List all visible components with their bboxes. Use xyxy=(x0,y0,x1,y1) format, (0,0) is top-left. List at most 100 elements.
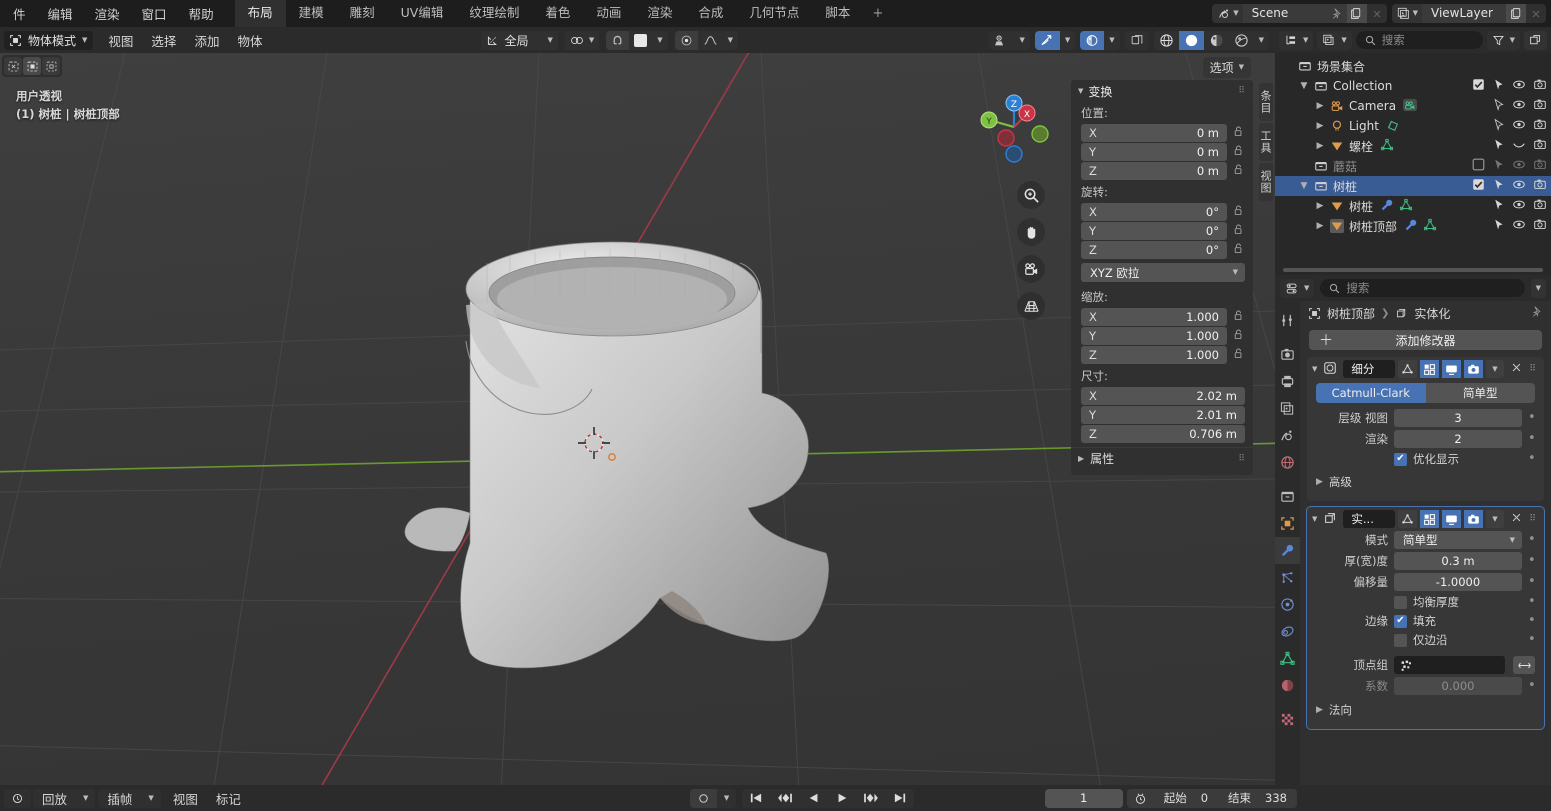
pin-icon[interactable] xyxy=(1530,305,1543,321)
top-menu-2[interactable]: 渲染 xyxy=(84,0,131,27)
chevron-right-icon[interactable]: ▶ xyxy=(1313,221,1327,231)
outliner-scrollbar[interactable] xyxy=(1283,268,1543,272)
checkbox[interactable] xyxy=(1394,633,1407,647)
checkbox-wrap[interactable]: 均衡厚度 xyxy=(1394,594,1522,610)
close-icon[interactable] xyxy=(1507,362,1526,376)
chevron-right-icon[interactable]: ▶ xyxy=(1313,201,1327,211)
current-frame-field[interactable]: 1 xyxy=(1044,788,1123,808)
transform-field-y[interactable]: Y 1.000 xyxy=(1081,327,1227,345)
render-visibility-icon[interactable] xyxy=(1533,178,1547,194)
frame-end-field[interactable]: 结束 338 xyxy=(1218,788,1297,808)
overlays-icon[interactable] xyxy=(1034,30,1060,50)
render-visibility-icon[interactable] xyxy=(1533,158,1547,174)
edit-mode-cage-icon[interactable] xyxy=(1398,360,1418,378)
navigation-gizmo[interactable]: Z Y X xyxy=(975,88,1053,166)
timeline-menu-1[interactable]: 插帧 xyxy=(98,789,141,808)
transform-field-y[interactable]: Y 0° xyxy=(1081,222,1227,240)
workspace-tab-2[interactable]: 雕刻 xyxy=(337,0,388,27)
animate-property-dot[interactable]: • xyxy=(1528,679,1536,692)
workspace-tab-4[interactable]: 纹理绘制 xyxy=(456,0,532,27)
tab-texture[interactable] xyxy=(1275,706,1300,733)
shading-rendered-icon[interactable] xyxy=(1228,30,1254,50)
outliner-row-1[interactable]: ▼ Collection xyxy=(1275,76,1551,96)
factor-value[interactable]: 0.000 xyxy=(1394,677,1522,695)
tab-collection[interactable] xyxy=(1275,483,1300,510)
tab-viewlayer[interactable] xyxy=(1275,395,1300,422)
render-visibility-icon[interactable] xyxy=(1533,138,1547,154)
properties-editor-type[interactable]: ▼ xyxy=(1280,278,1315,298)
segment-option[interactable]: 简单型 xyxy=(1425,383,1535,403)
snap-target-swatch[interactable] xyxy=(629,30,653,50)
workspace-tab-0[interactable]: 布局 xyxy=(234,0,286,27)
chevron-down-icon[interactable]: ▼ xyxy=(1297,181,1311,191)
jump-end-icon[interactable] xyxy=(886,788,915,808)
animate-property-dot[interactable]: • xyxy=(1528,533,1536,546)
transform-field-y[interactable]: Y 2.01 m xyxy=(1081,406,1245,424)
workspace-tab-5[interactable]: 着色 xyxy=(532,0,583,27)
property-value[interactable]: -1.0000 xyxy=(1394,573,1522,591)
tab-render[interactable] xyxy=(1275,341,1300,368)
animate-property-dot[interactable]: • xyxy=(1528,633,1536,646)
render-visibility-icon[interactable] xyxy=(1533,218,1547,234)
top-menu-4[interactable]: 帮助 xyxy=(178,0,225,27)
3d-viewport[interactable]: 用户透视 (1) 树桩 | 树桩顶部 选项 ▼ 条目 工具 视图 Z Y X ▼… xyxy=(0,53,1275,785)
proportional-edit-icon[interactable] xyxy=(674,30,698,50)
animate-property-dot[interactable]: • xyxy=(1528,452,1536,465)
chevron-down-icon[interactable]: ▼ xyxy=(1312,365,1317,373)
interaction-mode-selector[interactable]: 物体模式 ▼ xyxy=(4,30,94,50)
outliner-row-7[interactable]: ▶ 树桩 xyxy=(1275,196,1551,216)
shading-solid-icon[interactable] xyxy=(1178,30,1204,50)
selectable-icon[interactable] xyxy=(1492,98,1505,114)
workspace-tab-8[interactable]: 合成 xyxy=(685,0,736,27)
chevron-right-icon[interactable]: ▶ xyxy=(1313,121,1327,131)
workspace-tab-3[interactable]: UV编辑 xyxy=(388,0,457,27)
lock-icon[interactable] xyxy=(1232,204,1245,220)
auto-keying-icon[interactable] xyxy=(689,788,717,808)
tab-particles[interactable] xyxy=(1275,564,1300,591)
timeline-icon[interactable] xyxy=(4,788,31,808)
outliner-editor-type[interactable]: ▼ xyxy=(1279,30,1314,50)
render-icon[interactable] xyxy=(1463,510,1483,528)
outliner-tree[interactable]: 场景集合 ▼ Collection ▶ Camera ▶ Light ▶ 螺栓 蘑菇 ▼ 树桩 ▶ 树桩 ▶… xyxy=(1275,53,1551,275)
play-icon[interactable] xyxy=(828,788,857,808)
viewlayer-name[interactable]: ViewLayer xyxy=(1422,4,1506,23)
new-scene-icon[interactable] xyxy=(1346,4,1367,23)
edit-mode-icon[interactable] xyxy=(1420,360,1439,378)
eye-icon[interactable] xyxy=(1512,118,1526,134)
overlays-dropdown[interactable]: ▼ xyxy=(1059,30,1076,50)
checkbox[interactable] xyxy=(1394,595,1407,609)
selectable-icon[interactable] xyxy=(1492,138,1505,154)
tab-data[interactable] xyxy=(1275,645,1300,672)
outliner-row-2[interactable]: ▶ Camera xyxy=(1275,96,1551,116)
invert-vertex-group-icon[interactable] xyxy=(1513,656,1535,674)
realtime-icon[interactable] xyxy=(1441,360,1461,378)
viewlayer-icon[interactable]: ▼ xyxy=(1391,4,1422,23)
add-workspace-button[interactable]: + xyxy=(863,2,892,25)
timeline-menu-0[interactable]: 回放 xyxy=(33,789,76,808)
lock-icon[interactable] xyxy=(1232,223,1245,239)
shading-material-icon[interactable] xyxy=(1203,30,1229,50)
tab-world[interactable] xyxy=(1275,449,1300,476)
modifier-extras-dropdown[interactable]: ▼ xyxy=(1485,510,1505,528)
workspace-tab-10[interactable]: 脚本 xyxy=(812,0,863,27)
timeline-menu-group-0[interactable]: 回放 ▼ xyxy=(33,788,96,808)
shading-wireframe-icon[interactable] xyxy=(1153,30,1179,50)
xray-icon[interactable] xyxy=(1080,30,1105,50)
lock-icon[interactable] xyxy=(1232,328,1245,344)
modifier-drag-handle[interactable]: ⠿ xyxy=(1529,514,1539,524)
eye-icon[interactable] xyxy=(1512,78,1526,94)
panel-drag-handle[interactable]: ⠿ xyxy=(1238,454,1246,464)
delete-scene-icon[interactable] xyxy=(1366,4,1387,23)
eye-icon[interactable] xyxy=(1512,198,1526,214)
properties-section-header[interactable]: ▶ 属性 ⠿ xyxy=(1071,447,1253,469)
transform-field-x[interactable]: X 0° xyxy=(1081,203,1227,221)
animate-property-dot[interactable]: • xyxy=(1528,614,1536,627)
snap-dropdown[interactable]: ▼ xyxy=(652,30,668,50)
render-visibility-icon[interactable] xyxy=(1533,198,1547,214)
outliner-filter-button[interactable]: ▼ xyxy=(1486,30,1520,50)
light-data-icon[interactable] xyxy=(1386,118,1400,135)
checkbox[interactable]: ✔ xyxy=(1394,452,1407,466)
wrench-icon[interactable] xyxy=(1380,198,1394,215)
viewport-menu-2[interactable]: 添加 xyxy=(185,28,228,53)
timeline-menu-group-1[interactable]: 插帧 ▼ xyxy=(98,788,161,808)
